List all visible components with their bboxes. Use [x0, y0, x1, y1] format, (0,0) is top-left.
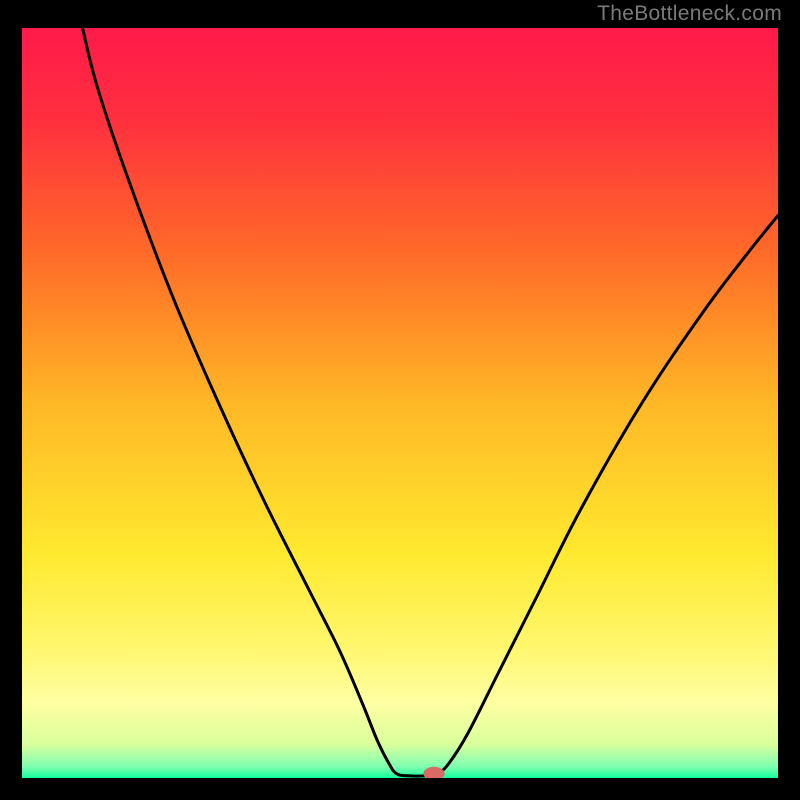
watermark-label: TheBottleneck.com	[597, 2, 782, 26]
plot-area	[22, 28, 778, 778]
bottleneck-curve-chart	[22, 28, 778, 778]
chart-frame: TheBottleneck.com	[0, 0, 800, 800]
